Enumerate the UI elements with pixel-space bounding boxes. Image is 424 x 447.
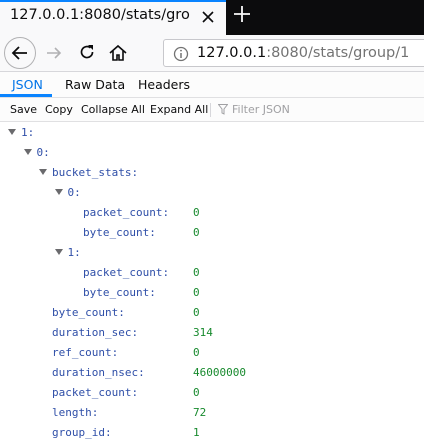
- json-tree-row[interactable]: 1:: [0, 243, 424, 263]
- json-key: duration_nsec:: [52, 366, 145, 379]
- expand-toggle-icon[interactable]: [23, 149, 32, 155]
- tab-strip: 127.0.0.1:8080/stats/group/1: [0, 0, 424, 35]
- active-tab-indicator: [0, 94, 52, 97]
- json-tree-row[interactable]: 1:: [0, 123, 424, 143]
- json-value: 0: [193, 266, 200, 279]
- tab-title: 127.0.0.1:8080/stats/group/1: [10, 7, 190, 23]
- expand-toggle-icon[interactable]: [39, 169, 47, 175]
- json-value: 0: [193, 386, 200, 399]
- json-value: 46000000: [193, 366, 246, 379]
- json-tree: 1: 0: bucket_stats: 0: packet_count: 0 byte_co…: [0, 122, 424, 447]
- filter-icon: [218, 104, 228, 115]
- json-key: 0:: [36, 146, 50, 159]
- save-button[interactable]: Save: [10, 103, 37, 116]
- json-tree-row[interactable]: duration_sec: 314: [0, 323, 424, 343]
- collapse-all-button[interactable]: Collapse All: [81, 103, 145, 116]
- json-tree-row[interactable]: packet_count: 0: [0, 203, 424, 223]
- json-tree-row[interactable]: duration_nsec: 46000000: [0, 363, 424, 383]
- url-path: :8080/stats/group/1: [266, 45, 410, 61]
- json-value: 72: [193, 406, 207, 419]
- forward-arrow-icon[interactable]: [44, 43, 64, 63]
- json-key: packet_count:: [83, 266, 170, 279]
- json-key: 1:: [67, 246, 81, 259]
- json-tree-row[interactable]: byte_count: 0: [0, 223, 424, 243]
- url-bar[interactable]: 127.0.0.1:8080/stats/group/1: [163, 39, 424, 67]
- json-value: 1: [193, 426, 200, 439]
- json-key: length:: [52, 406, 99, 419]
- info-icon[interactable]: [173, 46, 189, 62]
- json-tree-row[interactable]: byte_count: 0: [0, 283, 424, 303]
- json-viewer-tabs: JSON Raw Data Headers: [0, 72, 424, 98]
- json-tree-row[interactable]: packet_count: 0: [0, 383, 424, 403]
- tab-headers[interactable]: Headers: [138, 77, 190, 92]
- expand-toggle-icon[interactable]: [54, 189, 63, 195]
- json-tree-row[interactable]: group_id: 1: [0, 423, 424, 443]
- json-value: 0: [193, 286, 200, 299]
- expand-toggle-icon[interactable]: [54, 249, 63, 255]
- json-tree-row[interactable]: 0:: [0, 143, 424, 163]
- json-tree-row[interactable]: length: 72: [0, 403, 424, 423]
- browser-tab[interactable]: 127.0.0.1:8080/stats/group/1: [0, 0, 226, 35]
- json-value: 0: [193, 206, 200, 219]
- reload-icon[interactable]: [77, 42, 97, 62]
- json-key: byte_count:: [52, 306, 125, 319]
- tab-raw-data[interactable]: Raw Data: [65, 77, 125, 92]
- json-key: group_id:: [52, 426, 112, 439]
- json-tree-row[interactable]: byte_count: 0: [0, 303, 424, 323]
- json-tree-row[interactable]: packet_count: 0: [0, 263, 424, 283]
- json-key: duration_sec:: [52, 326, 139, 339]
- tab-json[interactable]: JSON: [12, 77, 43, 92]
- json-value: 0: [193, 346, 200, 359]
- json-key: bucket_stats:: [52, 166, 139, 179]
- copy-button[interactable]: Copy: [45, 103, 73, 116]
- json-value: 0: [193, 306, 200, 319]
- json-key: packet_count:: [52, 386, 139, 399]
- json-key: ref_count:: [52, 346, 119, 359]
- toolbar-divider: [210, 103, 211, 117]
- navigation-bar: 127.0.0.1:8080/stats/group/1: [0, 35, 424, 72]
- json-key: 0:: [67, 186, 81, 199]
- json-key: byte_count:: [83, 226, 156, 239]
- json-toolbar: Save Copy Collapse All Expand All Filter…: [0, 98, 424, 122]
- close-icon[interactable]: [198, 7, 218, 27]
- url-text[interactable]: 127.0.0.1:8080/stats/group/1: [197, 45, 409, 61]
- json-key: 1:: [21, 126, 35, 139]
- home-icon[interactable]: [107, 42, 129, 64]
- json-tree-row[interactable]: 0:: [0, 183, 424, 203]
- expand-toggle-icon[interactable]: [8, 129, 16, 135]
- url-host: 127.0.0.1: [197, 45, 267, 61]
- json-key: byte_count:: [83, 286, 156, 299]
- json-tree-row[interactable]: ref_count: 0: [0, 343, 424, 363]
- json-tree-row[interactable]: bucket_stats:: [0, 163, 424, 183]
- back-arrow-icon: [11, 46, 27, 60]
- filter-json-input[interactable]: Filter JSON: [232, 103, 290, 116]
- expand-all-button[interactable]: Expand All: [150, 103, 208, 116]
- new-tab-icon[interactable]: [232, 4, 252, 24]
- json-value: 314: [193, 326, 213, 339]
- json-value: 0: [193, 226, 200, 239]
- json-key: packet_count:: [83, 206, 170, 219]
- back-button[interactable]: [4, 37, 36, 69]
